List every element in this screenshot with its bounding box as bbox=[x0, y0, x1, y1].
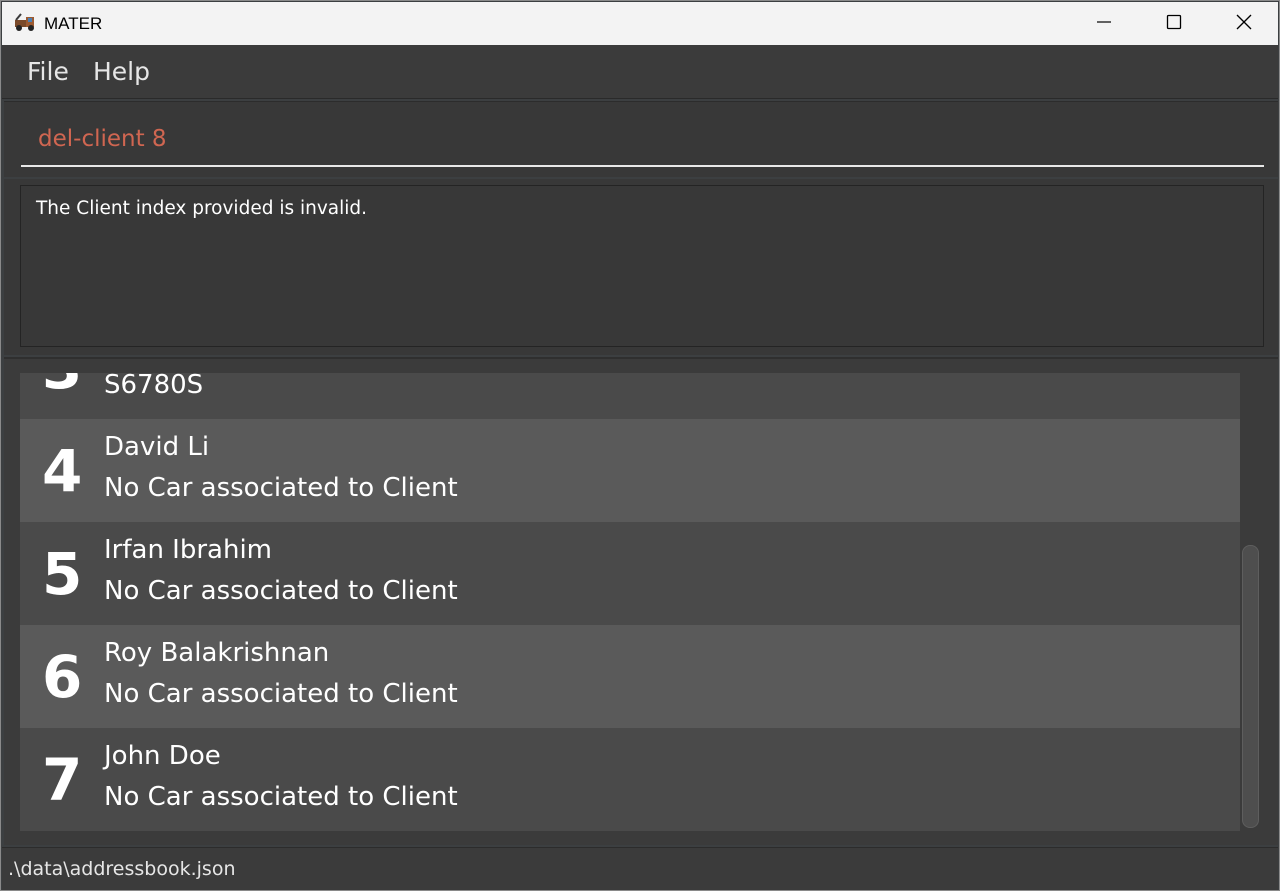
close-button[interactable] bbox=[1209, 2, 1279, 45]
client-row[interactable]: 4 David Li No Car associated to Client bbox=[20, 419, 1240, 522]
status-file-path: .\data\addressbook.json bbox=[8, 858, 236, 880]
client-index: 5 bbox=[42, 540, 83, 608]
result-display-area: The Client index provided is invalid. bbox=[4, 179, 1278, 355]
window-title: MATER bbox=[44, 14, 103, 33]
client-index: 7 bbox=[42, 746, 83, 814]
list-scrollbar[interactable] bbox=[1242, 545, 1259, 828]
command-input[interactable] bbox=[21, 112, 1264, 167]
client-car: No Car associated to Client bbox=[104, 782, 458, 812]
client-list-panel: 3 S6780S 4 David Li No Car associated to… bbox=[4, 357, 1278, 845]
menu-file[interactable]: File bbox=[27, 57, 69, 86]
client-row[interactable]: 3 S6780S bbox=[20, 373, 1240, 419]
client-list[interactable]: 3 S6780S 4 David Li No Car associated to… bbox=[20, 373, 1240, 832]
minimize-button[interactable] bbox=[1069, 2, 1139, 45]
menu-help[interactable]: Help bbox=[93, 57, 150, 86]
client-list-content: 3 S6780S 4 David Li No Car associated to… bbox=[20, 373, 1240, 831]
client-index: 3 bbox=[42, 373, 82, 402]
client-index: 4 bbox=[42, 437, 83, 505]
menu-bar: File Help bbox=[2, 45, 1278, 99]
app-window: MATER File Help The Client index provide… bbox=[0, 0, 1280, 891]
client-car: S6780S bbox=[104, 373, 204, 400]
minimize-icon bbox=[1096, 14, 1112, 34]
tow-truck-icon bbox=[14, 13, 38, 33]
status-bar: .\data\addressbook.json bbox=[2, 847, 1278, 890]
result-message: The Client index provided is invalid. bbox=[36, 198, 368, 219]
command-box-area bbox=[4, 101, 1278, 177]
client-row[interactable]: 5 Irfan Ibrahim No Car associated to Cli… bbox=[20, 522, 1240, 625]
close-icon bbox=[1236, 14, 1252, 34]
title-bar[interactable]: MATER bbox=[2, 2, 1278, 45]
client-car: No Car associated to Client bbox=[104, 473, 458, 503]
client-car: No Car associated to Client bbox=[104, 576, 458, 606]
result-display[interactable]: The Client index provided is invalid. bbox=[20, 185, 1264, 347]
client-name: Irfan Ibrahim bbox=[104, 535, 273, 565]
client-car: No Car associated to Client bbox=[104, 679, 458, 709]
client-index: 6 bbox=[42, 643, 83, 711]
client-name: John Doe bbox=[104, 741, 221, 771]
maximize-button[interactable] bbox=[1139, 2, 1209, 45]
client-row[interactable]: 7 John Doe No Car associated to Client bbox=[20, 728, 1240, 831]
client-name: Roy Balakrishnan bbox=[104, 638, 330, 668]
client-name: David Li bbox=[104, 432, 210, 462]
maximize-icon bbox=[1166, 14, 1182, 34]
client-row[interactable]: 6 Roy Balakrishnan No Car associated to … bbox=[20, 625, 1240, 728]
